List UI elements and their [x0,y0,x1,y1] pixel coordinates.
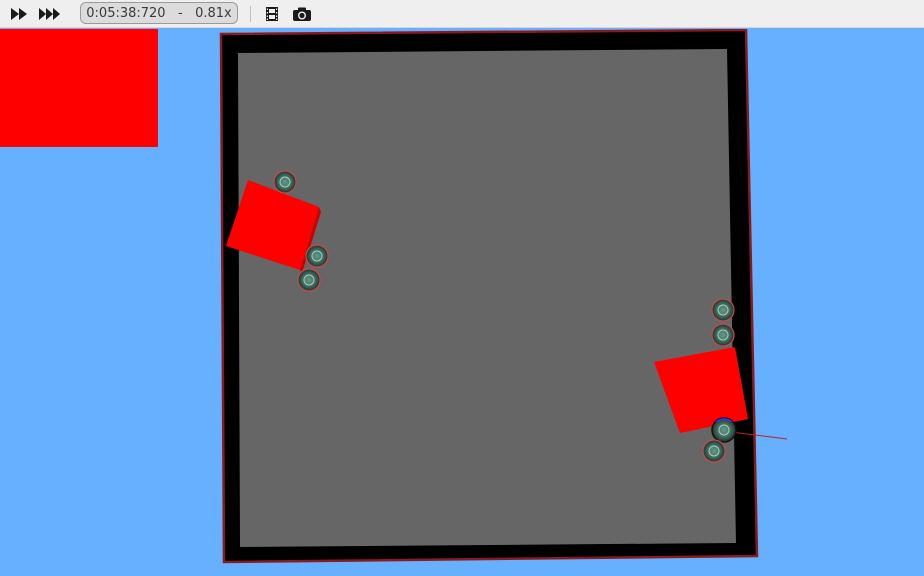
simulation-time-display: 0:05:38:720 - 0.81x [80,2,238,24]
simulation-time: 0:05:38:720 [86,5,166,21]
take-screenshot-button[interactable] [290,3,314,25]
robot [711,323,735,347]
fastest-forward-button[interactable] [38,3,62,25]
simulation-toolbar: 0:05:38:720 - 0.81x [0,0,924,28]
scene-3d-view[interactable] [0,29,924,576]
simulation-speed: 0.81x [195,5,232,21]
arena-floor [238,49,736,547]
corner-red-box [0,29,158,147]
fastest-forward-icon [38,6,62,22]
robot [702,439,726,463]
simulation-viewport[interactable] [0,29,924,576]
toolbar-divider [250,6,251,22]
robot [297,268,321,292]
robot [711,298,735,322]
fast-forward-button[interactable] [8,3,32,25]
robot-selected [711,417,737,443]
robot [305,244,329,268]
camera-icon [292,6,312,22]
film-icon [264,6,280,22]
robot [273,170,297,194]
fast-forward-icon [9,6,31,22]
record-movie-button[interactable] [260,3,284,25]
